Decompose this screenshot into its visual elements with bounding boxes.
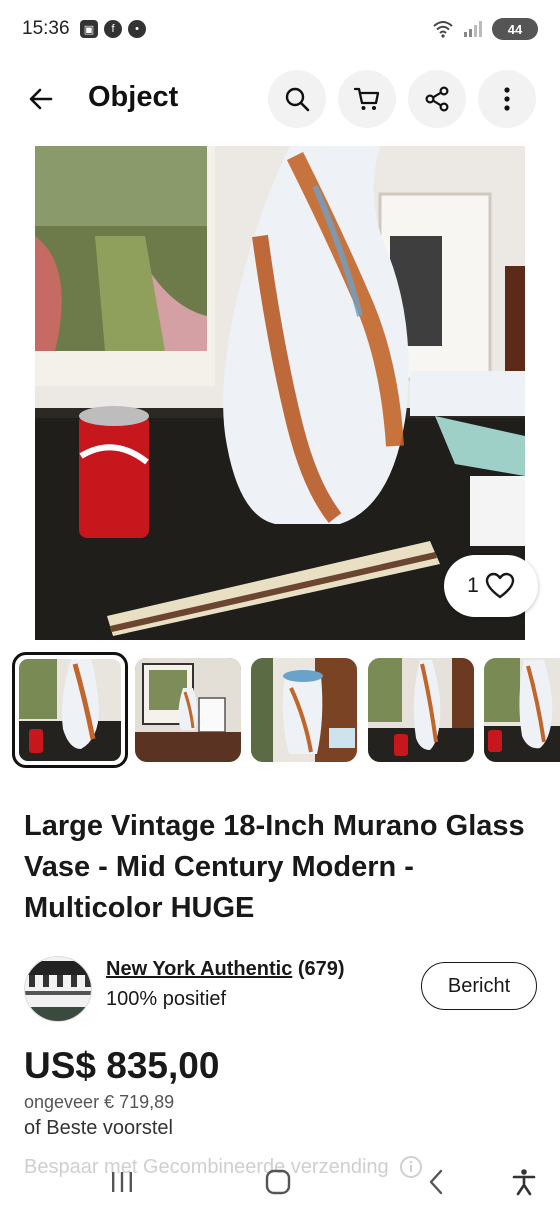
approx-price: ongeveer € 719,89 bbox=[24, 1092, 175, 1112]
signal-icon bbox=[464, 21, 482, 37]
more-vertical-icon bbox=[504, 87, 510, 111]
thumbnail-strip[interactable] bbox=[12, 652, 560, 768]
status-right-icons: 44 bbox=[432, 18, 538, 40]
item-price: US$ 835,00 bbox=[24, 1045, 220, 1086]
status-bar: 15:36 ▣ f • 44 bbox=[0, 0, 560, 60]
status-left-icons: ▣ f • bbox=[80, 20, 146, 38]
cart-button[interactable] bbox=[338, 70, 396, 128]
share-button[interactable] bbox=[408, 70, 466, 128]
thumbnail-image bbox=[19, 659, 121, 761]
thumbnail-1[interactable] bbox=[12, 652, 128, 768]
accessibility-button[interactable] bbox=[506, 1164, 542, 1200]
home-button[interactable] bbox=[260, 1164, 296, 1200]
thumbnail-4[interactable] bbox=[368, 658, 474, 762]
system-navigation-bar bbox=[0, 1150, 560, 1213]
battery-icon: 44 bbox=[492, 18, 538, 40]
thumbnail-5[interactable] bbox=[484, 658, 560, 762]
system-back-button[interactable] bbox=[418, 1164, 454, 1200]
thumbnail-image bbox=[135, 658, 241, 762]
facebook-icon: f bbox=[104, 20, 122, 38]
like-count: 1 bbox=[467, 574, 479, 597]
thumbnail-2[interactable] bbox=[135, 658, 241, 762]
seller-positive-feedback: 100% positief bbox=[106, 988, 227, 1010]
wifi-icon bbox=[433, 21, 453, 38]
thumbnail-image bbox=[368, 658, 474, 762]
best-offer-label: of Beste voorstel bbox=[24, 1117, 173, 1139]
thumbnail-image bbox=[484, 658, 560, 762]
seller-section: New York Authentic (679) 100% positief B… bbox=[24, 956, 539, 1022]
search-button[interactable] bbox=[268, 70, 326, 128]
accessibility-icon bbox=[512, 1169, 536, 1196]
seller-feedback-count: (679) bbox=[297, 958, 345, 980]
seller-name-line: New York Authentic (679) bbox=[106, 958, 345, 981]
cart-icon bbox=[353, 87, 380, 110]
search-icon bbox=[285, 87, 310, 112]
notification-icon: • bbox=[128, 20, 146, 38]
back-button[interactable] bbox=[22, 80, 60, 118]
message-seller-button[interactable]: Bericht bbox=[421, 962, 537, 1010]
seller-name-link[interactable]: New York Authentic bbox=[106, 958, 292, 980]
thumbnail-3[interactable] bbox=[251, 658, 357, 762]
watch-like-button[interactable]: 1 bbox=[444, 555, 538, 617]
top-app-bar: Object bbox=[0, 68, 560, 130]
arrow-left-icon bbox=[29, 88, 53, 110]
status-time: 15:36 bbox=[22, 18, 70, 39]
thumbnail-image bbox=[251, 658, 357, 762]
share-icon bbox=[425, 86, 449, 112]
listing-title: Large Vintage 18-Inch Murano Glass Vase … bbox=[24, 810, 525, 924]
page-title: Object bbox=[88, 81, 179, 113]
recents-button[interactable] bbox=[104, 1164, 140, 1200]
more-options-button[interactable] bbox=[478, 70, 536, 128]
chevron-left-icon bbox=[429, 1169, 443, 1195]
seller-avatar[interactable] bbox=[24, 956, 92, 1022]
screenshot-icon: ▣ bbox=[80, 20, 98, 38]
recents-icon bbox=[112, 1172, 132, 1192]
home-icon bbox=[265, 1169, 291, 1195]
heart-icon bbox=[485, 572, 515, 599]
